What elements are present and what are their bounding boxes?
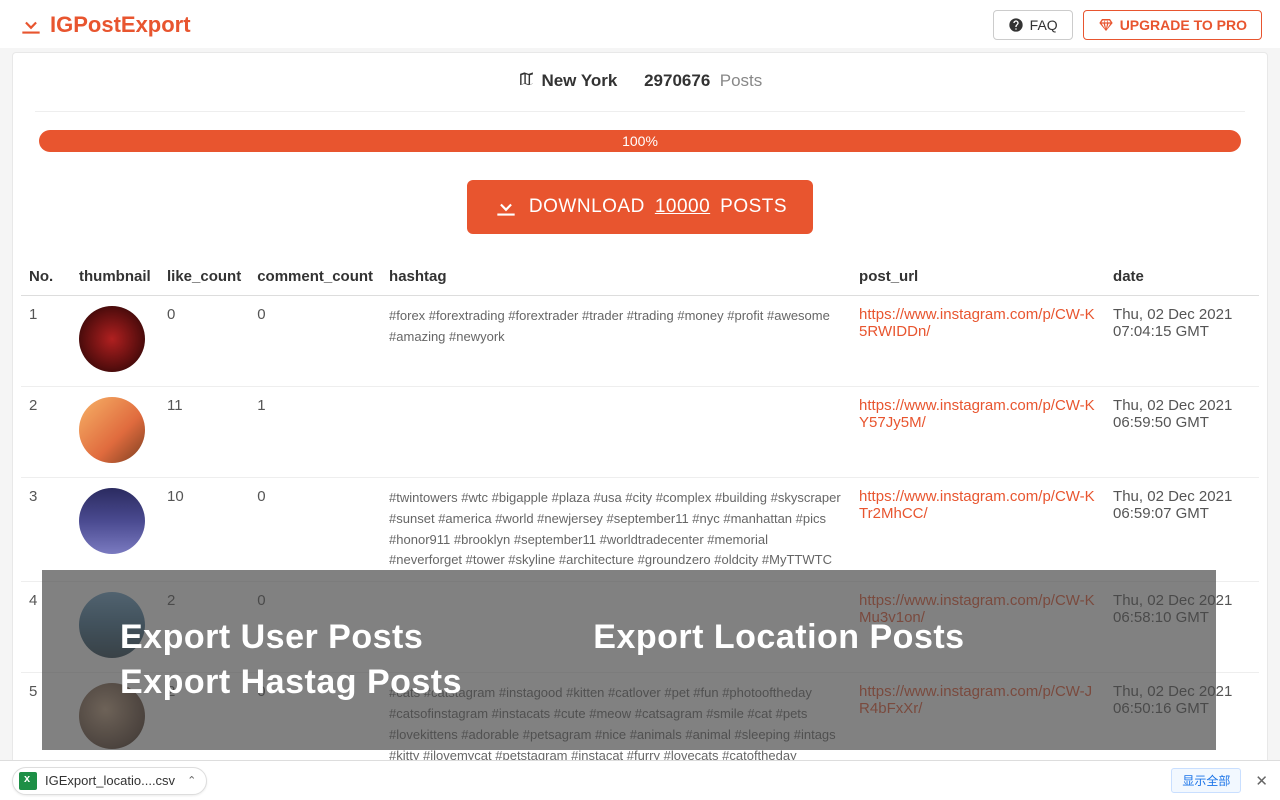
- cell-no: 1: [21, 296, 71, 387]
- cell-like-count: 2: [159, 582, 249, 673]
- map-icon: [518, 71, 535, 88]
- diamond-icon: [1098, 17, 1114, 33]
- table-body: 100#forex #forextrading #forextrader #tr…: [21, 296, 1259, 777]
- th-thumbnail: thumbnail: [71, 258, 159, 296]
- posts-label: Posts: [715, 71, 762, 90]
- cell-hashtag: [381, 582, 851, 673]
- download-row: DOWNLOAD 10000 POSTS: [13, 152, 1267, 258]
- cell-no: 2: [21, 387, 71, 478]
- table-row: 420 https://www.instagram.com/p/CW-KMu3v1…: [21, 582, 1259, 673]
- post-link[interactable]: https://www.instagram.com/p/CW-KTr2MhCC/: [859, 488, 1095, 522]
- th-comment-count: comment_count: [249, 258, 381, 296]
- cell-hashtag: [381, 387, 851, 478]
- topbar: IGPostExport FAQ UPGRADE TO PRO: [0, 0, 1280, 48]
- post-link[interactable]: https://www.instagram.com/p/CW-KMu3v1on/: [859, 592, 1095, 626]
- cell-date: Thu, 02 Dec 2021 06:59:50 GMT: [1105, 387, 1259, 478]
- cell-hashtag: #forex #forextrading #forextrader #trade…: [381, 296, 851, 387]
- th-post-url: post_url: [851, 258, 1105, 296]
- cell-post-url: https://www.instagram.com/p/CW-KMu3v1on/: [851, 582, 1105, 673]
- download-button[interactable]: DOWNLOAD 10000 POSTS: [467, 180, 813, 234]
- cell-like-count: 10: [159, 478, 249, 582]
- upgrade-label: UPGRADE TO PRO: [1120, 17, 1247, 33]
- thumbnail-image: [79, 397, 145, 463]
- cell-post-url: https://www.instagram.com/p/CW-K5RWIDDn/: [851, 296, 1105, 387]
- download-filename: IGExport_locatio....csv: [45, 773, 175, 788]
- download-icon: [493, 194, 519, 220]
- close-icon[interactable]: ✕: [1255, 772, 1268, 790]
- brand-name: IGPostExport: [50, 12, 191, 38]
- post-link[interactable]: https://www.instagram.com/p/CW-KY57Jy5M/: [859, 397, 1095, 431]
- table-row: 100#forex #forextrading #forextrader #tr…: [21, 296, 1259, 387]
- th-no: No.: [21, 258, 71, 296]
- table-row: 3 100#twintowers #wtc #bigapple #plaza #u…: [21, 478, 1259, 582]
- post-link[interactable]: https://www.instagram.com/p/CW-JR4bFxXr/: [859, 683, 1092, 717]
- th-hashtag: hashtag: [381, 258, 851, 296]
- faq-button[interactable]: FAQ: [993, 10, 1073, 40]
- download-suffix: POSTS: [720, 196, 787, 218]
- table-head: No. thumbnail like_count comment_count h…: [21, 258, 1259, 296]
- cell-post-url: https://www.instagram.com/p/CW-KTr2MhCC/: [851, 478, 1105, 582]
- progress-bar: 100%: [39, 130, 1241, 152]
- cell-hashtag: #twintowers #wtc #bigapple #plaza #usa #…: [381, 478, 851, 582]
- download-bar: IGExport_locatio....csv ⌃ 显示全部 ✕: [0, 760, 1280, 800]
- progress-fill: 100%: [39, 130, 1241, 152]
- cell-thumbnail: [71, 296, 159, 387]
- download-arrow-icon: [18, 12, 44, 38]
- upgrade-button[interactable]: UPGRADE TO PRO: [1083, 10, 1262, 40]
- cell-no: 3: [21, 478, 71, 582]
- post-count: 2970676: [644, 71, 710, 90]
- brand-logo: IGPostExport: [18, 12, 191, 38]
- cell-comment-count: 0: [249, 478, 381, 582]
- cell-no: 4: [21, 582, 71, 673]
- download-count: 10000: [655, 196, 710, 218]
- cell-post-url: https://www.instagram.com/p/CW-KY57Jy5M/: [851, 387, 1105, 478]
- cell-date: Thu, 02 Dec 2021 06:58:10 GMT: [1105, 582, 1259, 673]
- thumbnail-image: [79, 306, 145, 372]
- download-bar-right: 显示全部 ✕: [1171, 768, 1268, 793]
- progress-label: 100%: [622, 133, 658, 149]
- table-row: 2 111 https://www.instagram.com/p/CW-KY57J…: [21, 387, 1259, 478]
- progress-wrap: 100%: [39, 130, 1241, 152]
- cell-like-count: 0: [159, 296, 249, 387]
- question-circle-icon: [1008, 17, 1024, 33]
- faq-label: FAQ: [1030, 17, 1058, 33]
- main-card: New York 2970676 Posts 100% DOWNLOAD 100…: [12, 52, 1268, 778]
- thumbnail-image: [79, 592, 145, 658]
- thumbnail-image: [79, 683, 145, 749]
- cell-thumbnail: [71, 387, 159, 478]
- thumbnail-image: [79, 488, 145, 554]
- download-prefix: DOWNLOAD: [529, 196, 645, 218]
- post-link[interactable]: https://www.instagram.com/p/CW-K5RWIDDn/: [859, 306, 1095, 340]
- summary-bar: New York 2970676 Posts: [35, 71, 1245, 112]
- th-like-count: like_count: [159, 258, 249, 296]
- posts-table: No. thumbnail like_count comment_count h…: [21, 258, 1259, 777]
- chevron-up-icon[interactable]: ⌃: [187, 774, 196, 787]
- show-all-button[interactable]: 显示全部: [1171, 768, 1241, 793]
- excel-icon: [19, 772, 37, 790]
- cell-comment-count: 1: [249, 387, 381, 478]
- cell-thumbnail: [71, 582, 159, 673]
- cell-thumbnail: [71, 478, 159, 582]
- cell-date: Thu, 02 Dec 2021 06:59:07 GMT: [1105, 478, 1259, 582]
- cell-date: Thu, 02 Dec 2021 07:04:15 GMT: [1105, 296, 1259, 387]
- download-chip[interactable]: IGExport_locatio....csv ⌃: [12, 767, 207, 795]
- top-actions: FAQ UPGRADE TO PRO: [993, 10, 1262, 40]
- th-date: date: [1105, 258, 1259, 296]
- cell-comment-count: 0: [249, 296, 381, 387]
- cell-comment-count: 0: [249, 582, 381, 673]
- cell-like-count: 11: [159, 387, 249, 478]
- location-name: New York: [541, 71, 617, 90]
